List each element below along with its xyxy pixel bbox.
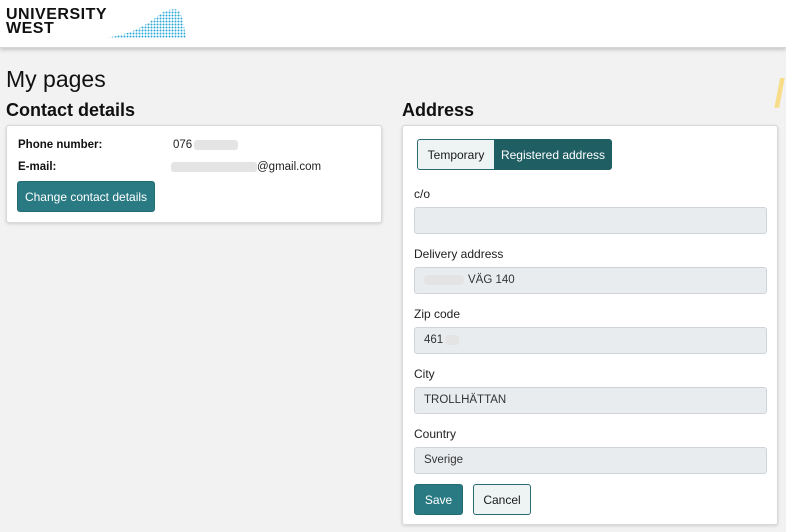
delivery-address-label: Delivery address [414, 247, 504, 261]
address-card: Temporary Registered address c/o Deliver… [402, 125, 778, 525]
zip-code-label: Zip code [414, 307, 461, 321]
zip-code-field[interactable]: 461 [414, 327, 767, 354]
cancel-button[interactable]: Cancel [473, 484, 531, 515]
decorative-accent-mark: / [774, 76, 786, 112]
city-field[interactable]: TROLLHÄTTAN [414, 387, 767, 414]
logo-line-2: WEST [6, 20, 55, 37]
tab-registered-address[interactable]: Registered address [494, 139, 612, 170]
save-button[interactable]: Save [414, 484, 463, 515]
tab-temporary[interactable]: Temporary [417, 139, 495, 170]
contact-details-card: Phone number: 076 E-mail: @gmail.com Cha… [6, 125, 382, 223]
phone-label: Phone number: [18, 139, 103, 151]
redacted-phone [194, 139, 239, 150]
redacted-street [424, 274, 464, 285]
country-field[interactable]: Sverige [414, 447, 767, 474]
delivery-address-value: VÄG 140 [468, 274, 515, 286]
zip-code-value: 461 [424, 334, 444, 346]
redacted-zip [445, 334, 460, 345]
co-field[interactable] [414, 207, 767, 234]
address-section-title: Address [402, 100, 475, 120]
email-label: E-mail: [18, 161, 57, 173]
delivery-address-field[interactable]: VÄG 140 [414, 267, 767, 294]
top-header-bar: UNIVERSITY WEST [0, 0, 786, 48]
change-contact-details-button[interactable]: Change contact details [17, 181, 155, 212]
phone-value: 076 [173, 139, 239, 151]
logo-dots-graphic [104, 9, 186, 39]
university-west-logo[interactable]: UNIVERSITY WEST [6, 7, 186, 40]
contact-section-title: Contact details [6, 100, 136, 120]
city-label: City [414, 367, 435, 381]
phone-value-text: 076 [173, 139, 193, 151]
logo-wordmark: UNIVERSITY WEST [6, 7, 107, 37]
co-label: c/o [414, 187, 431, 201]
email-value: @gmail.com [171, 161, 321, 173]
page-title: My pages [6, 66, 106, 92]
redacted-email [171, 161, 257, 172]
country-label: Country [414, 427, 457, 441]
email-value-text: @gmail.com [257, 161, 322, 173]
